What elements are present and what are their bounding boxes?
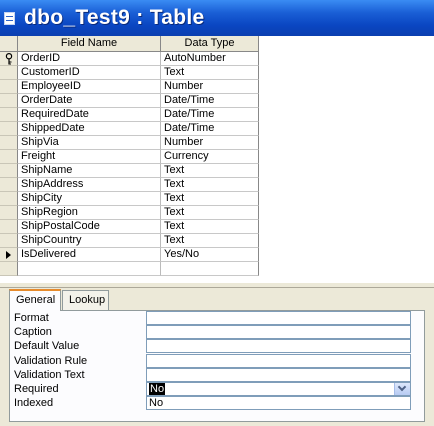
table-icon: [4, 11, 15, 25]
row-selector[interactable]: [0, 122, 18, 136]
window-titlebar[interactable]: dbo_Test9 : Table: [0, 0, 434, 36]
row-selector[interactable]: [0, 94, 18, 108]
current-row-arrow-icon: [6, 251, 11, 259]
row-selector[interactable]: [0, 136, 18, 150]
field-name-cell[interactable]: ShipName: [18, 164, 161, 178]
property-value-field[interactable]: [146, 353, 411, 368]
row-selector[interactable]: [0, 178, 18, 192]
window-title: dbo_Test9 : Table: [24, 6, 205, 29]
grid-header: Field Name Data Type: [0, 36, 259, 52]
data-type-cell[interactable]: Text: [161, 234, 259, 248]
row-selector[interactable]: [0, 150, 18, 164]
row-selector[interactable]: [0, 234, 18, 248]
field-name-cell[interactable]: OrderID: [18, 52, 161, 66]
property-value: No: [149, 397, 164, 410]
data-type-cell[interactable]: Text: [161, 164, 259, 178]
field-properties-panel: Format Caption Default Value Validation Rul…: [9, 310, 425, 422]
data-type-cell[interactable]: [161, 262, 259, 276]
field-name-cell[interactable]: RequiredDate: [18, 108, 161, 122]
field-name-cell[interactable]: ShipRegion: [18, 206, 161, 220]
property-value-field[interactable]: [146, 325, 411, 340]
row-selector[interactable]: [0, 108, 18, 122]
field-name-cell[interactable]: IsDelivered: [18, 248, 161, 262]
field-name-cell[interactable]: EmployeeID: [18, 80, 161, 94]
tab-lookup[interactable]: Lookup: [62, 290, 109, 310]
field-grid: Field Name Data Type OrderID AutoNumber Cu…: [0, 36, 434, 282]
row-selector[interactable]: [0, 206, 18, 220]
data-type-cell[interactable]: Text: [161, 220, 259, 234]
tab-general[interactable]: General: [9, 289, 61, 311]
field-name-cell[interactable]: ShipCity: [18, 192, 161, 206]
row-selector[interactable]: [0, 248, 18, 262]
chevron-down-icon[interactable]: [394, 383, 410, 395]
data-type-cell[interactable]: Text: [161, 206, 259, 220]
property-label: Format: [14, 312, 49, 324]
data-type-cell[interactable]: Date/Time: [161, 108, 259, 122]
data-type-cell[interactable]: Yes/No: [161, 248, 259, 262]
property-value-field[interactable]: [146, 367, 411, 382]
property-label: Indexed: [14, 397, 54, 410]
row-selector[interactable]: [0, 66, 18, 80]
data-type-cell[interactable]: Date/Time: [161, 94, 259, 108]
field-name-cell[interactable]: ShipAddress: [18, 178, 161, 192]
data-type-cell[interactable]: AutoNumber: [161, 52, 259, 66]
primary-key-icon: [5, 53, 13, 65]
row-selector[interactable]: [0, 220, 18, 234]
data-type-cell[interactable]: Text: [161, 192, 259, 206]
property-label: Caption: [14, 326, 52, 339]
data-type-cell[interactable]: Date/Time: [161, 122, 259, 136]
property-value-field[interactable]: [146, 311, 411, 325]
data-type-cell[interactable]: Number: [161, 136, 259, 150]
data-type-cell[interactable]: Number: [161, 80, 259, 94]
property-value: No: [149, 383, 166, 395]
property-value-field[interactable]: [146, 339, 411, 354]
field-name-cell[interactable]: Freight: [18, 150, 161, 164]
field-name-cell[interactable]: ShipPostalCode: [18, 220, 161, 234]
data-type-cell[interactable]: Text: [161, 66, 259, 80]
property-label: Validation Rule: [14, 354, 88, 367]
row-selector[interactable]: [0, 262, 18, 276]
data-type-cell[interactable]: Currency: [161, 150, 259, 164]
data-type-header[interactable]: Data Type: [161, 36, 259, 51]
field-name-cell[interactable]: ShippedDate: [18, 122, 161, 136]
row-selector[interactable]: [0, 80, 18, 94]
data-type-cell[interactable]: Text: [161, 178, 259, 192]
property-label: Required: [14, 383, 59, 395]
row-selector[interactable]: [0, 192, 18, 206]
property-label: Validation Text: [14, 368, 85, 381]
field-name-cell[interactable]: OrderDate: [18, 94, 161, 108]
pane-divider[interactable]: [0, 282, 434, 288]
property-value-field[interactable]: No: [146, 382, 411, 396]
row-selector[interactable]: [0, 52, 18, 66]
property-label: Default Value: [14, 340, 80, 353]
field-name-cell[interactable]: ShipVia: [18, 136, 161, 150]
field-name-header[interactable]: Field Name: [18, 36, 161, 51]
row-selector[interactable]: [0, 164, 18, 178]
row-selector-header[interactable]: [0, 36, 18, 51]
field-name-cell[interactable]: [18, 262, 161, 276]
field-name-cell[interactable]: CustomerID: [18, 66, 161, 80]
property-value-field[interactable]: No: [146, 396, 411, 411]
field-name-cell[interactable]: ShipCountry: [18, 234, 161, 248]
